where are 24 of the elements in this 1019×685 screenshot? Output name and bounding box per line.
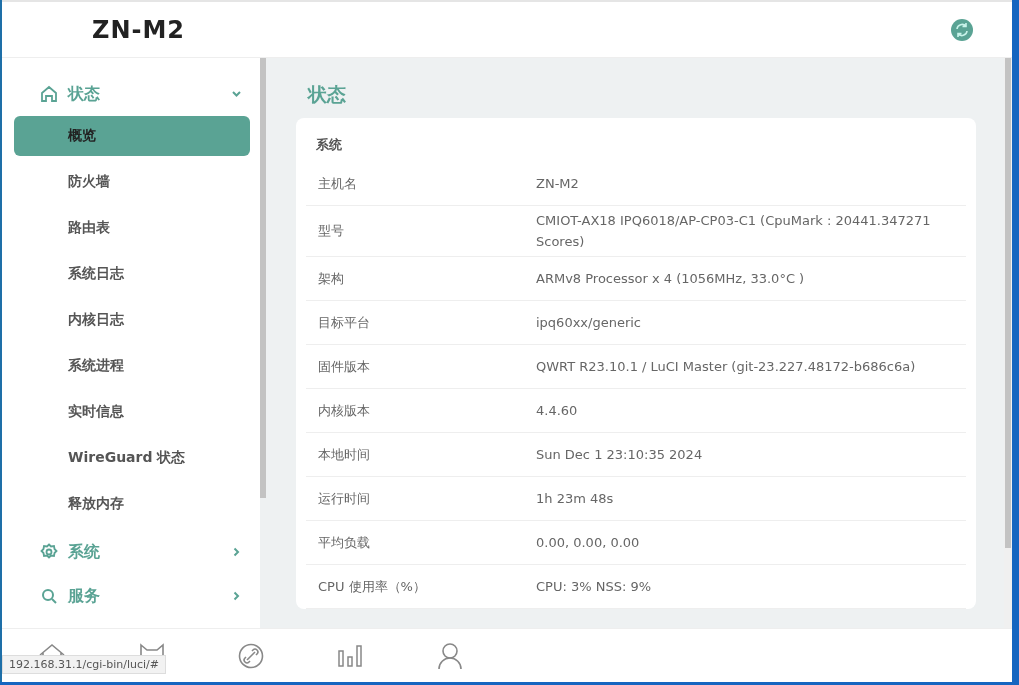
field-value: ipq60xx/generic: [536, 314, 642, 332]
field-label: 目标平台: [317, 313, 371, 332]
app-title: ZN-M2: [92, 15, 186, 44]
field-value: ZN-M2: [536, 175, 580, 193]
field-value: 4.4.60: [536, 402, 579, 420]
link-url-tooltip: 192.168.31.1/cgi-bin/luci/#: [2, 655, 166, 674]
field-label: 内核版本: [317, 401, 371, 420]
field-value: CPU: 3% NSS: 9%: [536, 578, 653, 596]
page-title: 状态: [308, 82, 347, 107]
field-label: 平均负载: [317, 533, 371, 552]
field-value: CMIOT-AX18 IPQ6018/AP-CP03-C1 (CpuMark : 20441.347271 Scores): [536, 212, 932, 251]
field-label: 本地时间: [317, 445, 371, 464]
field-value: QWRT R23.10.1 / LuCI Master (git-23.227.48172-b686c6a): [536, 358, 917, 376]
field-value: 1h 23m 48s: [536, 490, 615, 508]
section-title: 系统: [315, 136, 343, 154]
field-label: 型号: [317, 222, 345, 240]
field-label: 运行时间: [317, 489, 371, 508]
field-label: 主机名: [317, 174, 358, 193]
field-label: 固件版本: [317, 357, 371, 376]
field-value: 0.00, 0.00, 0.00: [536, 534, 641, 552]
field-label: CPU 使用率（%）: [317, 577, 427, 596]
field-value: Sun Dec 1 23:10:35 2024: [536, 446, 704, 464]
field-value: ARMv8 Processor x 4 (1056MHz, 33.0°C ): [536, 270, 806, 288]
field-label: 架构: [317, 269, 345, 288]
